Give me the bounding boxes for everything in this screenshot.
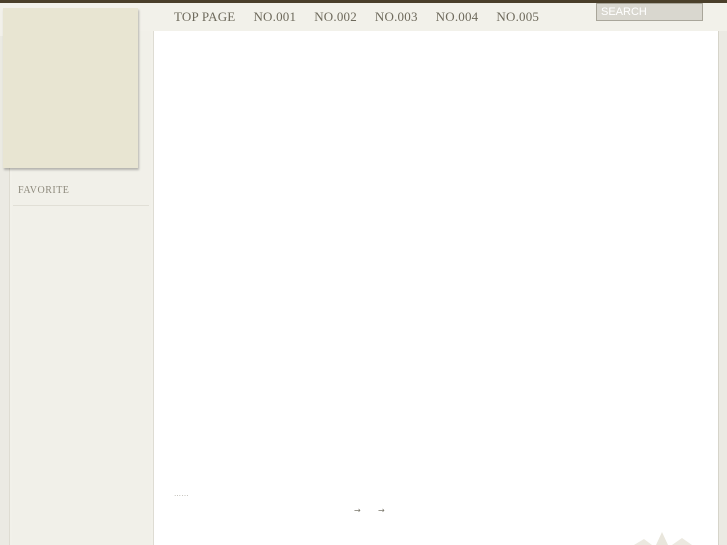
favorite-heading: FAVORITE (18, 185, 70, 196)
nav-item-top-page[interactable]: TOP PAGE (174, 9, 235, 25)
favorite-divider (13, 205, 149, 206)
right-margin (718, 31, 727, 545)
nav-item-no003[interactable]: NO.003 (375, 9, 418, 25)
next-arrow-link[interactable]: → (378, 506, 385, 515)
footer-dots: …… (174, 490, 189, 498)
nav-item-no005[interactable]: NO.005 (496, 9, 539, 25)
nav-item-no004[interactable]: NO.004 (436, 9, 479, 25)
prev-arrow-link[interactable]: → (354, 506, 361, 515)
main-nav: TOP PAGE NO.001 NO.002 NO.003 NO.004 NO.… (174, 8, 557, 26)
search-input[interactable]: SEARCH (596, 3, 703, 21)
star-decoration-icon (634, 532, 692, 545)
main-content-panel (153, 31, 718, 545)
logo-box[interactable] (3, 8, 138, 168)
nav-item-no001[interactable]: NO.001 (253, 9, 296, 25)
nav-item-no002[interactable]: NO.002 (314, 9, 357, 25)
